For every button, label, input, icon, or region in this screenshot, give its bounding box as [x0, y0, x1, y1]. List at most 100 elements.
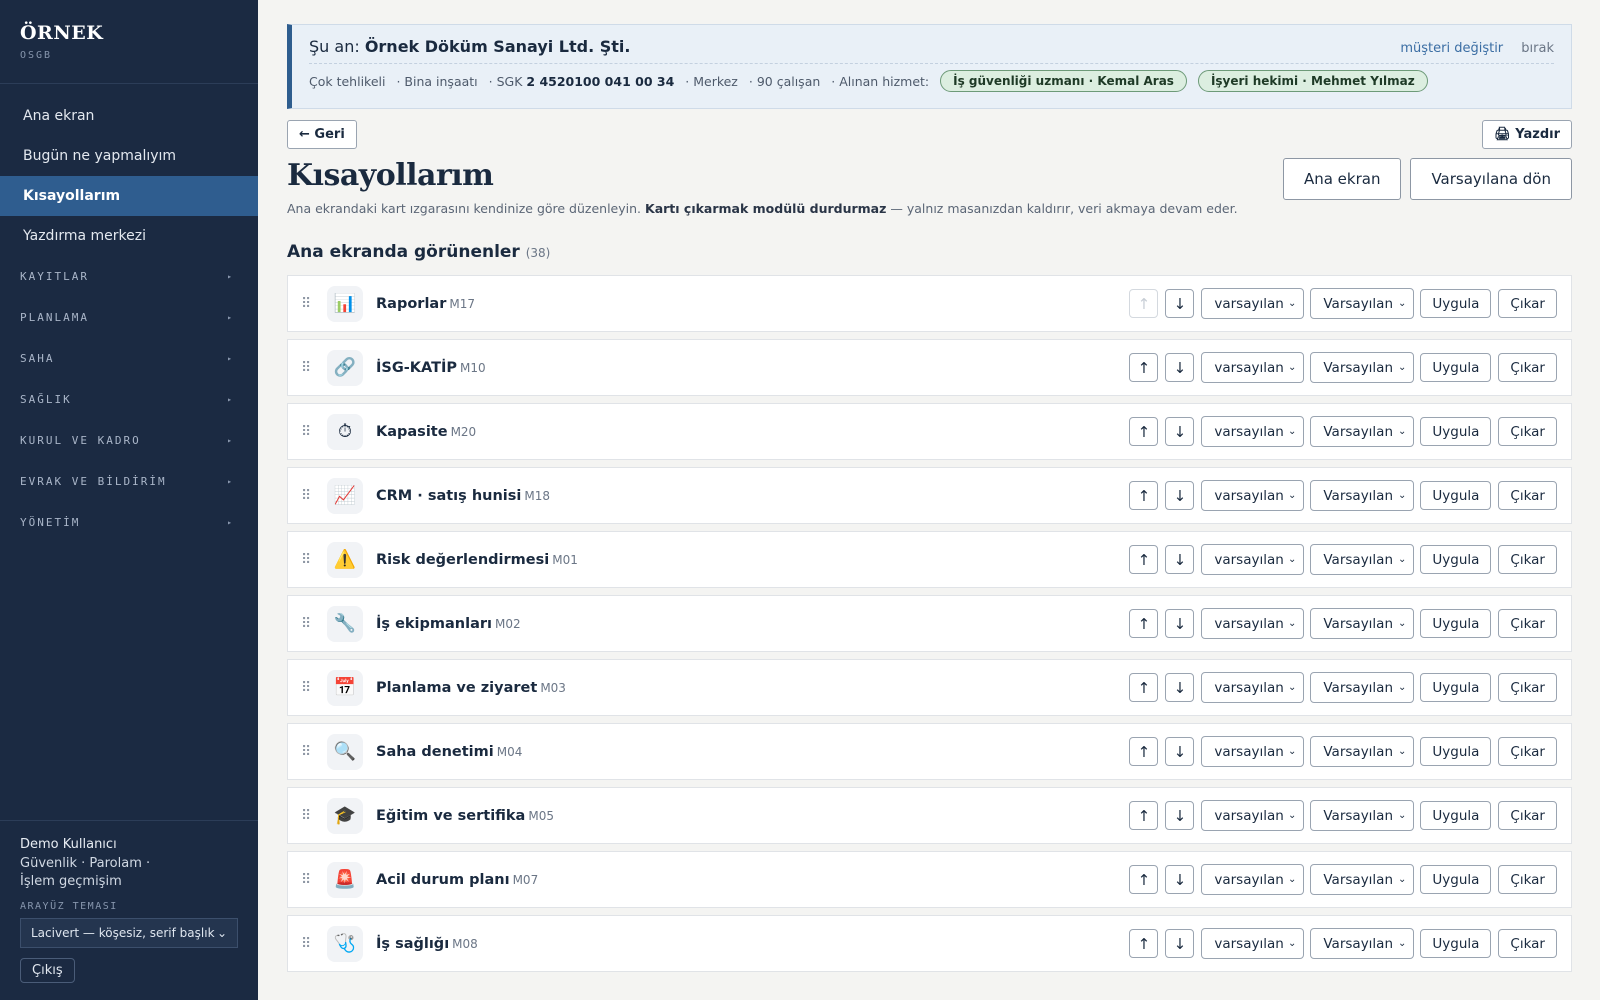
- move-down-button[interactable]: ↓: [1165, 353, 1195, 382]
- drag-handle-icon[interactable]: ⠿: [301, 424, 315, 440]
- remove-button[interactable]: Çıkar: [1498, 545, 1557, 574]
- remove-button[interactable]: Çıkar: [1498, 609, 1557, 638]
- move-down-button[interactable]: ↓: [1165, 865, 1195, 894]
- remove-button[interactable]: Çıkar: [1498, 737, 1557, 766]
- size-select[interactable]: varsayılan ⌄: [1201, 736, 1305, 767]
- move-up-button[interactable]: ↑: [1129, 545, 1159, 574]
- drag-handle-icon[interactable]: ⠿: [301, 552, 315, 568]
- size-select[interactable]: varsayılan ⌄: [1201, 416, 1305, 447]
- move-down-button[interactable]: ↓: [1165, 481, 1195, 510]
- sidebar-group-saglik[interactable]: SAĞLIK ▸: [0, 379, 258, 420]
- leave-client-link[interactable]: bırak: [1521, 41, 1554, 56]
- move-up-button[interactable]: ↑: [1129, 929, 1159, 958]
- style-select[interactable]: Varsayılan ⌄: [1310, 480, 1415, 511]
- sidebar-item-bugun[interactable]: Bugün ne yapmalıyım: [0, 136, 258, 176]
- drag-handle-icon[interactable]: ⠿: [301, 680, 315, 696]
- sidebar-group-kurul[interactable]: KURUL VE KADRO ▸: [0, 420, 258, 461]
- style-select[interactable]: Varsayılan ⌄: [1310, 736, 1415, 767]
- sidebar-group-planlama[interactable]: PLANLAMA ▸: [0, 297, 258, 338]
- sidebar-group-evrak[interactable]: EVRAK VE BİLDİRİM ▸: [0, 461, 258, 502]
- move-up-button[interactable]: ↑: [1129, 737, 1159, 766]
- move-down-button[interactable]: ↓: [1165, 289, 1195, 318]
- remove-button[interactable]: Çıkar: [1498, 865, 1557, 894]
- apply-button[interactable]: Uygula: [1420, 801, 1492, 830]
- drag-handle-icon[interactable]: ⠿: [301, 744, 315, 760]
- size-select[interactable]: varsayılan ⌄: [1201, 480, 1305, 511]
- drag-handle-icon[interactable]: ⠿: [301, 872, 315, 888]
- change-client-link[interactable]: müşteri değiştir: [1400, 41, 1503, 56]
- sidebar-item-ana-ekran[interactable]: Ana ekran: [0, 96, 258, 136]
- apply-button[interactable]: Uygula: [1420, 417, 1492, 446]
- brand-name[interactable]: ÖRNEK: [20, 22, 238, 44]
- move-up-button[interactable]: ↑: [1129, 801, 1159, 830]
- back-button[interactable]: ← Geri: [287, 120, 357, 149]
- remove-button[interactable]: Çıkar: [1498, 801, 1557, 830]
- link-guvenlik[interactable]: Güvenlik: [20, 856, 77, 871]
- apply-button[interactable]: Uygula: [1420, 865, 1492, 894]
- size-select[interactable]: varsayılan ⌄: [1201, 928, 1305, 959]
- style-select[interactable]: Varsayılan ⌄: [1310, 352, 1415, 383]
- size-select[interactable]: varsayılan ⌄: [1201, 608, 1305, 639]
- remove-button[interactable]: Çıkar: [1498, 353, 1557, 382]
- sidebar-group-yonetim[interactable]: YÖNETİM ▸: [0, 502, 258, 543]
- move-down-button[interactable]: ↓: [1165, 801, 1195, 830]
- apply-button[interactable]: Uygula: [1420, 609, 1492, 638]
- size-select[interactable]: varsayılan ⌄: [1201, 352, 1305, 383]
- apply-button[interactable]: Uygula: [1420, 929, 1492, 958]
- style-select[interactable]: Varsayılan ⌄: [1310, 544, 1415, 575]
- apply-button[interactable]: Uygula: [1420, 737, 1492, 766]
- move-down-button[interactable]: ↓: [1165, 673, 1195, 702]
- link-parolam[interactable]: Parolam: [89, 856, 141, 871]
- remove-button[interactable]: Çıkar: [1498, 417, 1557, 446]
- theme-select[interactable]: Lacivert — köşesiz, serif başlık ⌄: [20, 918, 238, 948]
- remove-button[interactable]: Çıkar: [1498, 289, 1557, 318]
- remove-button[interactable]: Çıkar: [1498, 929, 1557, 958]
- move-up-button[interactable]: ↑: [1129, 353, 1159, 382]
- move-up-button[interactable]: ↑: [1129, 417, 1159, 446]
- remove-button[interactable]: Çıkar: [1498, 673, 1557, 702]
- move-down-button[interactable]: ↓: [1165, 545, 1195, 574]
- move-down-button[interactable]: ↓: [1165, 929, 1195, 958]
- sidebar-item-yazdirma[interactable]: Yazdırma merkezi: [0, 216, 258, 256]
- reset-default-button[interactable]: Varsayılana dön: [1410, 158, 1572, 200]
- drag-handle-icon[interactable]: ⠿: [301, 616, 315, 632]
- move-down-button[interactable]: ↓: [1165, 609, 1195, 638]
- size-select[interactable]: varsayılan ⌄: [1201, 544, 1305, 575]
- drag-handle-icon[interactable]: ⠿: [301, 296, 315, 312]
- style-select[interactable]: Varsayılan ⌄: [1310, 928, 1415, 959]
- apply-button[interactable]: Uygula: [1420, 353, 1492, 382]
- move-up-button[interactable]: ↑: [1129, 289, 1159, 318]
- apply-button[interactable]: Uygula: [1420, 481, 1492, 510]
- drag-handle-icon[interactable]: ⠿: [301, 808, 315, 824]
- drag-handle-icon[interactable]: ⠿: [301, 360, 315, 376]
- home-button[interactable]: Ana ekran: [1282, 158, 1402, 200]
- style-select[interactable]: Varsayılan ⌄: [1310, 672, 1415, 703]
- style-select[interactable]: Varsayılan ⌄: [1310, 416, 1415, 447]
- move-up-button[interactable]: ↑: [1129, 865, 1159, 894]
- apply-button[interactable]: Uygula: [1420, 673, 1492, 702]
- drag-handle-icon[interactable]: ⠿: [301, 936, 315, 952]
- logout-button[interactable]: Çıkış: [20, 958, 75, 983]
- size-select[interactable]: varsayılan ⌄: [1201, 864, 1305, 895]
- link-islem-gecmisim[interactable]: İşlem geçmişim: [20, 874, 122, 889]
- size-select[interactable]: varsayılan ⌄: [1201, 800, 1305, 831]
- drag-handle-icon[interactable]: ⠿: [301, 488, 315, 504]
- remove-button[interactable]: Çıkar: [1498, 481, 1557, 510]
- size-select[interactable]: varsayılan ⌄: [1201, 672, 1305, 703]
- move-up-button[interactable]: ↑: [1129, 609, 1159, 638]
- size-select[interactable]: varsayılan ⌄: [1201, 288, 1305, 319]
- move-down-button[interactable]: ↓: [1165, 417, 1195, 446]
- style-select[interactable]: Varsayılan ⌄: [1310, 864, 1415, 895]
- style-select[interactable]: Varsayılan ⌄: [1310, 288, 1415, 319]
- move-up-button[interactable]: ↑: [1129, 673, 1159, 702]
- move-up-button[interactable]: ↑: [1129, 481, 1159, 510]
- apply-button[interactable]: Uygula: [1420, 545, 1492, 574]
- move-down-button[interactable]: ↓: [1165, 737, 1195, 766]
- sidebar-group-saha[interactable]: SAHA ▸: [0, 338, 258, 379]
- style-select[interactable]: Varsayılan ⌄: [1310, 800, 1415, 831]
- print-button[interactable]: 🖨 Yazdır: [1482, 120, 1572, 149]
- apply-button[interactable]: Uygula: [1420, 289, 1492, 318]
- sidebar-group-kayitlar[interactable]: KAYITLAR ▸: [0, 256, 258, 297]
- style-select[interactable]: Varsayılan ⌄: [1310, 608, 1415, 639]
- sidebar-item-kisayollarim[interactable]: Kısayollarım: [0, 176, 258, 216]
